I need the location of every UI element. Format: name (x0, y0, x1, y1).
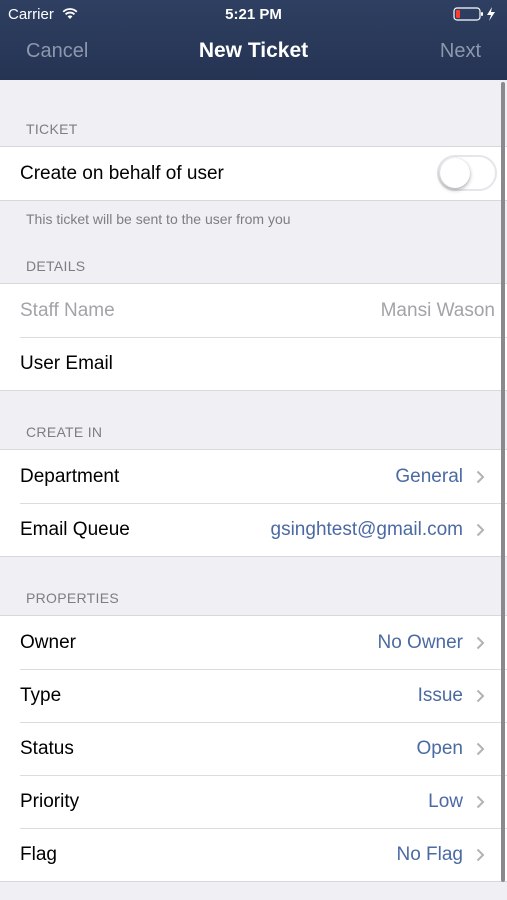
behalf-toggle[interactable] (437, 155, 497, 191)
status-row[interactable]: Status Open (0, 722, 507, 775)
charging-bolt-icon (487, 7, 495, 21)
status-time: 5:21 PM (225, 6, 282, 23)
email-queue-value: gsinghtest@gmail.com (270, 519, 463, 540)
status-bar: Carrier 5:21 PM (0, 0, 507, 28)
email-queue-row[interactable]: Email Queue gsinghtest@gmail.com (0, 503, 507, 556)
scrollbar[interactable] (501, 82, 505, 882)
section-header-create-in: CREATE IN (26, 424, 103, 440)
properties-group: Owner No Owner Type Issue Status Open Pr… (0, 615, 507, 882)
chevron-right-icon (476, 742, 485, 756)
owner-row[interactable]: Owner No Owner (0, 616, 507, 669)
type-label: Type (20, 685, 62, 706)
flag-label: Flag (20, 844, 57, 865)
email-queue-label: Email Queue (20, 519, 130, 540)
top-bar: Carrier 5:21 PM Cancel New Ticket Next (0, 0, 507, 80)
details-group: Staff Name Mansi Wason User Email (0, 283, 507, 391)
department-value: General (395, 466, 463, 487)
chevron-right-icon (476, 523, 485, 537)
user-email-row[interactable]: User Email (0, 337, 507, 390)
staff-name-row: Staff Name Mansi Wason (0, 284, 507, 337)
status-label: Status (20, 738, 74, 759)
create-in-group: Department General Email Queue gsinghtes… (0, 449, 507, 557)
chevron-right-icon (476, 848, 485, 862)
chevron-right-icon (476, 470, 485, 484)
behalf-row: Create on behalf of user (0, 147, 507, 200)
section-header-details: DETAILS (26, 258, 86, 274)
status-value: Open (416, 738, 463, 759)
staff-name-value: Mansi Wason (380, 300, 495, 321)
ticket-footer-note: This ticket will be sent to the user fro… (26, 211, 291, 227)
section-header-properties: PROPERTIES (26, 590, 119, 606)
type-row[interactable]: Type Issue (0, 669, 507, 722)
flag-value: No Flag (396, 844, 463, 865)
type-value: Issue (417, 685, 463, 706)
next-button[interactable]: Next (440, 40, 481, 63)
chevron-right-icon (476, 795, 485, 809)
cancel-button[interactable]: Cancel (26, 40, 88, 63)
chevron-right-icon (476, 689, 485, 703)
staff-name-label: Staff Name (20, 300, 115, 321)
priority-row[interactable]: Priority Low (0, 775, 507, 828)
user-email-field[interactable]: User Email (20, 353, 113, 375)
owner-label: Owner (20, 632, 76, 653)
department-row[interactable]: Department General (0, 450, 507, 503)
ticket-group: Create on behalf of user (0, 146, 507, 201)
chevron-right-icon (476, 636, 485, 650)
battery-icon (453, 7, 495, 21)
ticket-form[interactable]: TICKET Create on behalf of user This tic… (0, 80, 507, 900)
section-header-ticket: TICKET (26, 121, 78, 137)
priority-value: Low (428, 791, 463, 812)
flag-row[interactable]: Flag No Flag (0, 828, 507, 881)
behalf-label: Create on behalf of user (20, 163, 224, 184)
toggle-knob (440, 158, 470, 188)
owner-value: No Owner (377, 632, 463, 653)
navigation-bar: Cancel New Ticket Next (0, 28, 507, 80)
department-label: Department (20, 466, 120, 487)
priority-label: Priority (20, 791, 80, 812)
